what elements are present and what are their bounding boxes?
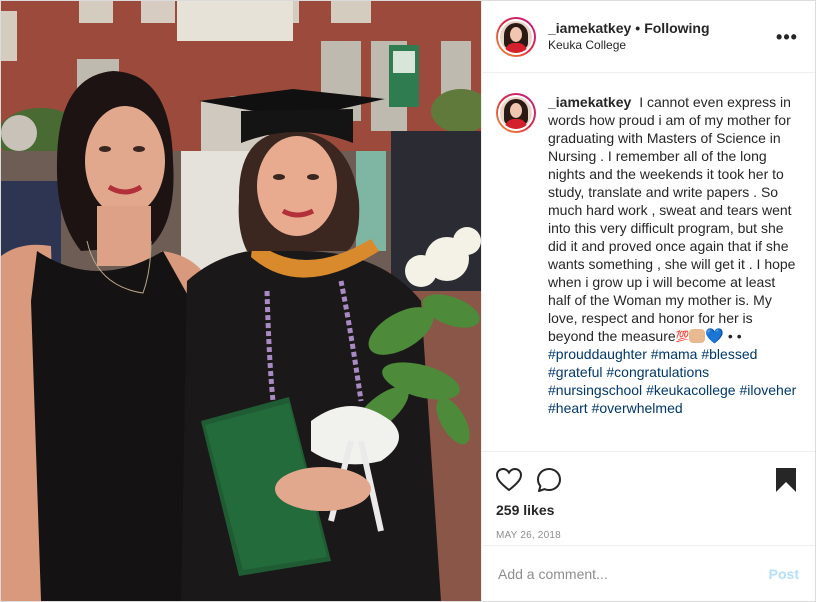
post-photo[interactable] xyxy=(1,1,481,601)
separator-dot: • xyxy=(635,19,641,36)
header-text: _iamekatkey • Following Keuka College xyxy=(548,20,775,54)
hashtag[interactable]: #iloveher xyxy=(739,382,796,398)
hashtag[interactable]: #heart xyxy=(548,400,588,416)
post-date[interactable]: MAY 26, 2018 xyxy=(496,530,799,541)
post-details-panel: _iamekatkey • Following Keuka College ••• … xyxy=(481,1,815,601)
caption-username[interactable]: _iamekatkey xyxy=(548,94,631,110)
add-comment-bar: Post xyxy=(482,545,815,601)
hundred-emoji-icon: 💯 xyxy=(675,330,690,343)
hashtag[interactable]: #congratulations xyxy=(606,364,709,380)
hashtag[interactable]: #blessed xyxy=(701,346,757,362)
author-username[interactable]: _iamekatkey xyxy=(548,20,631,36)
more-options-icon[interactable]: ••• xyxy=(775,28,799,46)
comments-section: _iamekatkey I cannot even express in wor… xyxy=(482,73,815,451)
caption-text: I cannot even express in words how proud… xyxy=(548,94,796,344)
hashtag[interactable]: #prouddaughter xyxy=(548,346,647,362)
hashtag[interactable]: #grateful xyxy=(548,364,602,380)
comment-icon[interactable] xyxy=(536,466,576,494)
post-caption: _iamekatkey I cannot even express in wor… xyxy=(548,93,799,451)
hashtag[interactable]: #overwhelmed xyxy=(592,400,683,416)
raised-hands-emoji-icon xyxy=(689,329,706,343)
caption-dots: • • xyxy=(727,328,742,344)
post-location[interactable]: Keuka College xyxy=(548,37,775,54)
author-avatar[interactable] xyxy=(496,16,536,57)
blue-heart-emoji-icon: 💙 xyxy=(705,327,725,345)
avatar-image xyxy=(498,95,534,131)
hashtag[interactable]: #mama xyxy=(651,346,698,362)
likes-count[interactable]: 259 likes xyxy=(496,502,799,518)
post-header: _iamekatkey • Following Keuka College ••• xyxy=(482,1,815,73)
bookmark-icon[interactable] xyxy=(775,466,799,494)
heart-icon[interactable] xyxy=(496,466,536,494)
hashtag[interactable]: #nursingschool xyxy=(548,382,642,398)
avatar-image xyxy=(498,18,534,55)
post-comment-button[interactable]: Post xyxy=(769,566,799,582)
following-button[interactable]: Following xyxy=(644,20,709,36)
instagram-post: _iamekatkey • Following Keuka College ••• … xyxy=(0,0,816,602)
action-icons xyxy=(496,462,799,498)
photo-illustration xyxy=(1,1,481,601)
comment-input[interactable] xyxy=(498,565,769,582)
post-actions: 259 likes MAY 26, 2018 xyxy=(482,451,815,541)
caption-avatar[interactable] xyxy=(496,93,536,133)
hashtag[interactable]: #keukacollege xyxy=(646,382,736,398)
